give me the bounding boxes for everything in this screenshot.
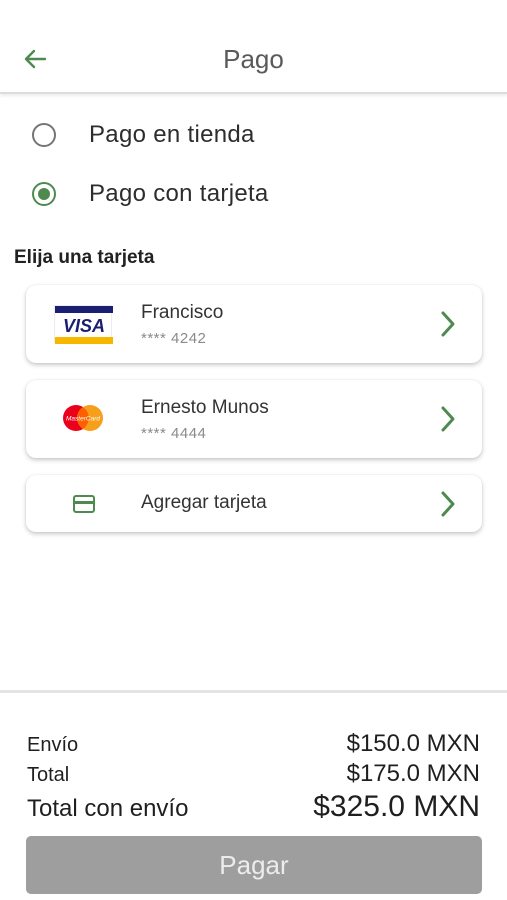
pay-button[interactable]: Pagar (26, 836, 482, 894)
svg-text:MasterCard: MasterCard (66, 416, 100, 423)
add-card-button[interactable]: Agregar tarjeta (26, 475, 482, 532)
cards-section-title: Elija una tarjeta (14, 247, 155, 268)
total-label: Total (27, 764, 70, 786)
grand-total-label: Total con envío (27, 795, 189, 822)
radio-checked-icon[interactable] (32, 182, 56, 206)
card-holder-name: Ernesto Munos (141, 397, 269, 418)
card-number: **** 4444 (141, 425, 207, 442)
grand-total-row: Total con envío $325.0 MXN (27, 790, 480, 824)
order-summary: Envío $150.0 MXN Total $175.0 MXN Total … (0, 690, 507, 900)
radio-unchecked-icon[interactable] (32, 123, 56, 147)
card-number: **** 4242 (141, 330, 207, 347)
shipping-row: Envío $150.0 MXN (27, 730, 480, 758)
option-pay-with-card[interactable]: Pago con tarjeta (32, 174, 269, 214)
add-card-label: Agregar tarjeta (141, 492, 267, 513)
grand-total-value: $325.0 MXN (313, 790, 480, 823)
shipping-value: $150.0 MXN (346, 730, 480, 757)
visa-logo-icon: VISA (54, 305, 113, 344)
saved-card-item[interactable]: VISA Francisco **** 4242 (26, 285, 482, 363)
total-value: $175.0 MXN (346, 760, 480, 787)
card-holder-name: Francisco (141, 302, 224, 323)
page-title: Pago (223, 44, 284, 74)
chevron-right-icon (441, 311, 455, 337)
saved-card-item[interactable]: MasterCard Ernesto Munos **** 4444 (26, 380, 482, 458)
svg-text:VISA: VISA (63, 316, 105, 336)
chevron-right-icon (441, 491, 455, 517)
chevron-right-icon (441, 406, 455, 432)
credit-card-icon (73, 495, 95, 513)
mastercard-logo-icon: MasterCard (62, 404, 104, 432)
shipping-label: Envío (27, 734, 79, 756)
option-label: Pago en tienda (89, 121, 255, 148)
total-row: Total $175.0 MXN (27, 760, 480, 788)
radio-dot (38, 188, 50, 200)
option-pay-in-store[interactable]: Pago en tienda (32, 115, 255, 155)
app-header: Pago (0, 0, 507, 94)
option-label: Pago con tarjeta (89, 180, 269, 207)
